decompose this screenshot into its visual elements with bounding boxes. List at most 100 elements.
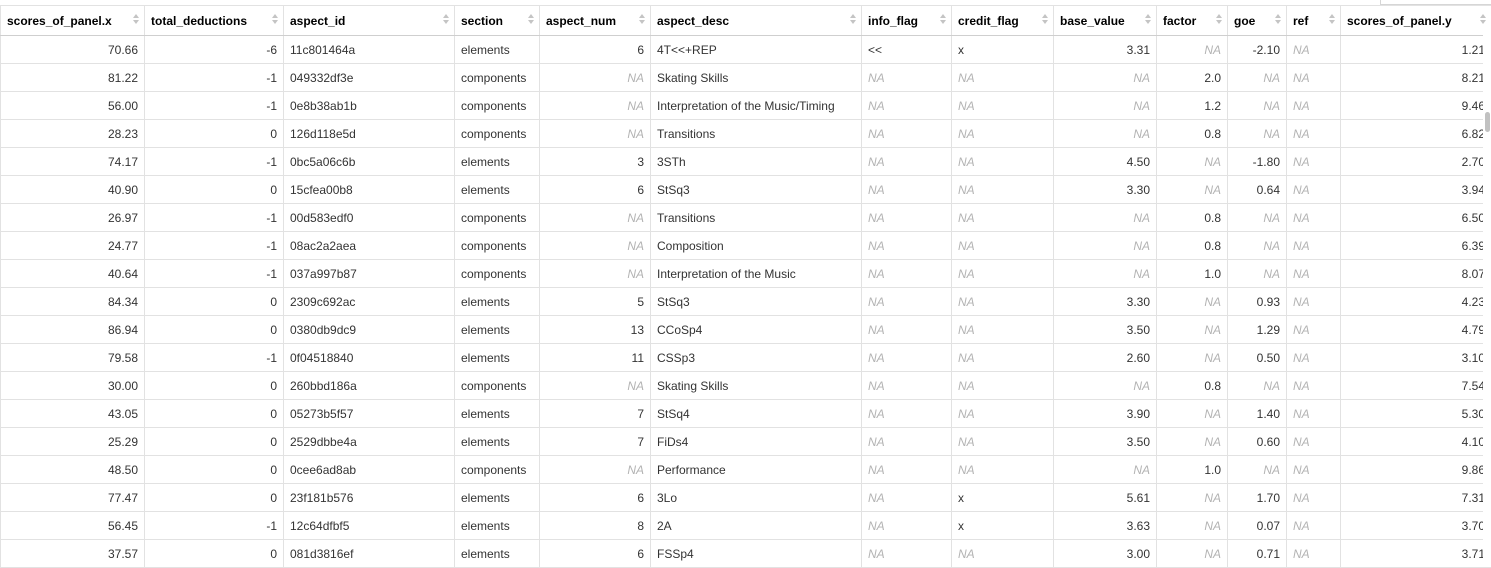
cell-credit-flag: x <box>952 512 1054 540</box>
cell-info-flag: NA <box>862 92 952 120</box>
cell-section: components <box>455 204 540 232</box>
cell-base-value: NA <box>1054 64 1157 92</box>
vertical-scrollbar[interactable] <box>1483 34 1491 567</box>
cell-scores-of-panel-x: 86.94 <box>1 316 145 344</box>
sort-icon[interactable] <box>133 14 139 26</box>
cell-scores-of-panel-x: 28.23 <box>1 120 145 148</box>
cell-ref: NA <box>1287 232 1341 260</box>
sort-icon[interactable] <box>940 14 946 26</box>
cell-goe: 0.60 <box>1228 428 1287 456</box>
cell-ref: NA <box>1287 36 1341 64</box>
cell-goe: 1.29 <box>1228 316 1287 344</box>
cell-base-value: NA <box>1054 260 1157 288</box>
cell-factor: NA <box>1157 36 1228 64</box>
cell-total-deductions: -1 <box>145 204 284 232</box>
cell-scores-of-panel-x: 56.00 <box>1 92 145 120</box>
cell-total-deductions: -1 <box>145 512 284 540</box>
cell-aspect-desc: StSq3 <box>651 176 862 204</box>
cell-credit-flag: NA <box>952 428 1054 456</box>
cell-factor: 1.0 <box>1157 456 1228 484</box>
cell-goe: NA <box>1228 92 1287 120</box>
scrollbar-thumb[interactable] <box>1485 112 1490 132</box>
column-header-scores-of-panel-y[interactable]: scores_of_panel.y <box>1341 6 1491 36</box>
table-row: 30.000260bbd186acomponentsNASkating Skil… <box>1 372 1491 400</box>
cell-scores-of-panel-y: 8.07 <box>1341 260 1491 288</box>
cell-info-flag: NA <box>862 372 952 400</box>
column-header-goe[interactable]: goe <box>1228 6 1287 36</box>
sort-icon[interactable] <box>1275 14 1281 26</box>
column-header-credit-flag[interactable]: credit_flag <box>952 6 1054 36</box>
cell-scores-of-panel-x: 74.17 <box>1 148 145 176</box>
cell-aspect-num: NA <box>540 456 651 484</box>
cell-ref: NA <box>1287 204 1341 232</box>
column-header-label: credit_flag <box>958 14 1019 28</box>
cell-total-deductions: -1 <box>145 260 284 288</box>
cell-aspect-num: NA <box>540 92 651 120</box>
sort-icon[interactable] <box>1145 14 1151 26</box>
cell-factor: NA <box>1157 540 1228 568</box>
cell-info-flag: NA <box>862 344 952 372</box>
sort-icon[interactable] <box>1216 14 1222 26</box>
cell-aspect-id: 08ac2a2aea <box>284 232 455 260</box>
column-header-aspect-num[interactable]: aspect_num <box>540 6 651 36</box>
sort-icon[interactable] <box>1042 14 1048 26</box>
cell-ref: NA <box>1287 456 1341 484</box>
column-header-section[interactable]: section <box>455 6 540 36</box>
sort-icon[interactable] <box>272 14 278 26</box>
cell-aspect-desc: Transitions <box>651 120 862 148</box>
cell-aspect-id: 0f04518840 <box>284 344 455 372</box>
cell-total-deductions: 0 <box>145 372 284 400</box>
cell-credit-flag: NA <box>952 456 1054 484</box>
cell-ref: NA <box>1287 428 1341 456</box>
cell-aspect-num: NA <box>540 372 651 400</box>
cell-ref: NA <box>1287 484 1341 512</box>
cell-base-value: 3.50 <box>1054 428 1157 456</box>
cell-credit-flag: x <box>952 484 1054 512</box>
column-header-info-flag[interactable]: info_flag <box>862 6 952 36</box>
cell-ref: NA <box>1287 64 1341 92</box>
cell-total-deductions: 0 <box>145 120 284 148</box>
cell-info-flag: NA <box>862 120 952 148</box>
column-header-aspect-id[interactable]: aspect_id <box>284 6 455 36</box>
cell-total-deductions: 0 <box>145 484 284 512</box>
cell-info-flag: NA <box>862 288 952 316</box>
sort-icon[interactable] <box>528 14 534 26</box>
table-row: 48.5000cee6ad8abcomponentsNAPerformanceN… <box>1 456 1491 484</box>
cell-aspect-desc: 3Lo <box>651 484 862 512</box>
column-header-ref[interactable]: ref <box>1287 6 1341 36</box>
column-header-aspect-desc[interactable]: aspect_desc <box>651 6 862 36</box>
cell-aspect-desc: StSq3 <box>651 288 862 316</box>
sort-icon[interactable] <box>443 14 449 26</box>
cell-credit-flag: NA <box>952 316 1054 344</box>
sort-icon[interactable] <box>1480 14 1486 26</box>
cell-scores-of-panel-x: 70.66 <box>1 36 145 64</box>
cell-scores-of-panel-x: 24.77 <box>1 232 145 260</box>
cell-section: elements <box>455 148 540 176</box>
table-row: 43.05005273b5f57elements7StSq4NANA3.90NA… <box>1 400 1491 428</box>
column-header-base-value[interactable]: base_value <box>1054 6 1157 36</box>
cell-ref: NA <box>1287 288 1341 316</box>
cell-goe: -1.80 <box>1228 148 1287 176</box>
cell-scores-of-panel-y: 3.10 <box>1341 344 1491 372</box>
sort-icon[interactable] <box>1329 14 1335 26</box>
cell-section: elements <box>455 484 540 512</box>
cell-goe: -2.10 <box>1228 36 1287 64</box>
table-row: 77.47023f181b576elements63LoNAx5.61NA1.7… <box>1 484 1491 512</box>
cell-aspect-id: 260bbd186a <box>284 372 455 400</box>
cell-credit-flag: x <box>952 36 1054 64</box>
table-row: 37.570081d3816efelements6FSSp4NANA3.00NA… <box>1 540 1491 568</box>
sort-icon[interactable] <box>850 14 856 26</box>
cell-credit-flag: NA <box>952 232 1054 260</box>
cell-goe: 1.70 <box>1228 484 1287 512</box>
column-header-total-deductions[interactable]: total_deductions <box>145 6 284 36</box>
cell-base-value: 3.30 <box>1054 288 1157 316</box>
cell-credit-flag: NA <box>952 540 1054 568</box>
column-header-label: total_deductions <box>151 14 247 28</box>
column-header-scores-of-panel-x[interactable]: scores_of_panel.x <box>1 6 145 36</box>
sort-icon[interactable] <box>639 14 645 26</box>
cell-aspect-desc: 2A <box>651 512 862 540</box>
cell-aspect-num: NA <box>540 260 651 288</box>
cell-credit-flag: NA <box>952 400 1054 428</box>
column-header-factor[interactable]: factor <box>1157 6 1228 36</box>
cell-scores-of-panel-y: 7.31 <box>1341 484 1491 512</box>
